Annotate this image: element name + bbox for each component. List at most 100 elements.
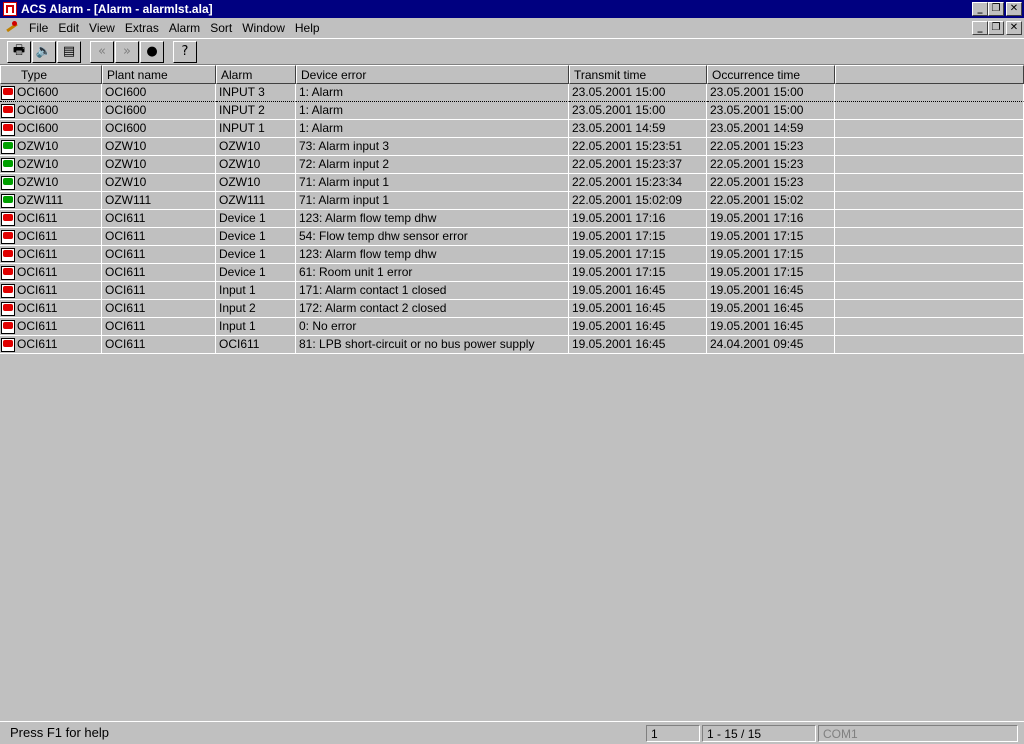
cell-alarm: Device 1 <box>216 264 296 282</box>
alarm-ok-icon <box>1 157 15 172</box>
table-row[interactable]: OZW10 OZW10 OZW10 73: Alarm input 3 22.05.20… <box>0 138 1024 156</box>
table-body: OCI600 OCI600 INPUT 3 1: Alarm 23.05.2001 15… <box>0 84 1024 354</box>
cell-type-text: OCI611 <box>17 319 58 333</box>
menu-sort[interactable]: Sort <box>205 21 237 35</box>
cell-occurrence: 19.05.2001 17:16 <box>707 210 835 228</box>
cell-type: OZW111 <box>0 192 102 210</box>
alarm-ok-icon <box>1 175 15 190</box>
table-row[interactable]: OZW10 OZW10 OZW10 72: Alarm input 2 22.05.20… <box>0 156 1024 174</box>
cell-type: OCI611 <box>0 246 102 264</box>
menu-edit[interactable]: Edit <box>53 21 84 35</box>
cell-filler <box>835 282 1024 300</box>
menu-help[interactable]: Help <box>290 21 325 35</box>
cell-error: 61: Room unit 1 error <box>296 264 569 282</box>
next-button[interactable]: » <box>115 40 139 63</box>
cell-transmit: 22.05.2001 15:02:09 <box>569 192 707 210</box>
acknowledge-button[interactable]: ● <box>140 40 164 63</box>
column-header-device-error[interactable]: Device error <box>296 65 569 84</box>
mute-button[interactable]: 🔈 <box>32 40 56 63</box>
cell-error: 1: Alarm <box>296 120 569 138</box>
cell-alarm: INPUT 2 <box>216 102 296 120</box>
cell-occurrence: 19.05.2001 16:45 <box>707 300 835 318</box>
cell-occurrence: 22.05.2001 15:02 <box>707 192 835 210</box>
cell-occurrence: 23.05.2001 14:59 <box>707 120 835 138</box>
cell-occurrence: 23.05.2001 15:00 <box>707 102 835 120</box>
alarm-active-icon <box>1 337 15 352</box>
cell-error: 123: Alarm flow temp dhw <box>296 210 569 228</box>
menu-bar: File Edit View Extras Alarm Sort Window … <box>0 18 1024 37</box>
table-row[interactable]: OZW10 OZW10 OZW10 71: Alarm input 1 22.05.20… <box>0 174 1024 192</box>
table-row[interactable]: OCI611 OCI611 Device 1 54: Flow temp dhw se… <box>0 228 1024 246</box>
cell-alarm: Input 1 <box>216 282 296 300</box>
menu-extras[interactable]: Extras <box>120 21 164 35</box>
doc-minimize-button[interactable]: _ <box>972 20 988 35</box>
previous-button[interactable]: « <box>90 40 114 63</box>
alarm-active-icon <box>1 121 15 136</box>
title-bar[interactable]: ACS Alarm - [Alarm - alarmlst.ala] _ ❐ ✕ <box>0 0 1024 18</box>
cell-transmit: 23.05.2001 14:59 <box>569 120 707 138</box>
cell-occurrence: 22.05.2001 15:23 <box>707 174 835 192</box>
table-row[interactable]: OCI611 OCI611 Input 2 172: Alarm contact 2 … <box>0 300 1024 318</box>
table-row[interactable]: OCI611 OCI611 Device 1 61: Room unit 1 erro… <box>0 264 1024 282</box>
cell-plant: OCI600 <box>102 84 216 102</box>
cell-type: OZW10 <box>0 156 102 174</box>
cell-alarm: Device 1 <box>216 228 296 246</box>
column-header-type[interactable]: Type <box>0 65 102 84</box>
record-dot-icon: ● <box>146 44 158 59</box>
cell-type-text: OCI611 <box>17 283 58 297</box>
cell-type: OCI611 <box>0 264 102 282</box>
table-row[interactable]: OZW111 OZW111 OZW111 71: Alarm input 1 22.05… <box>0 192 1024 210</box>
table-row[interactable]: OCI611 OCI611 Device 1 123: Alarm flow temp… <box>0 246 1024 264</box>
cell-occurrence: 24.04.2001 09:45 <box>707 336 835 354</box>
close-button[interactable]: ✕ <box>1006 2 1022 16</box>
table-row[interactable]: OCI611 OCI611 OCI611 81: LPB short-circuit … <box>0 336 1024 354</box>
cell-error: 171: Alarm contact 1 closed <box>296 282 569 300</box>
column-header-alarm[interactable]: Alarm <box>216 65 296 84</box>
cell-error: 71: Alarm input 1 <box>296 174 569 192</box>
table-row[interactable]: OCI600 OCI600 INPUT 1 1: Alarm 23.05.2001 14… <box>0 120 1024 138</box>
status-bar: Press F1 for help 1 1 - 15 / 15 COM1 <box>0 721 1024 744</box>
menu-file[interactable]: File <box>24 21 53 35</box>
cell-plant: OCI611 <box>102 246 216 264</box>
print-button[interactable]: 🖶 <box>7 40 31 63</box>
cell-occurrence: 19.05.2001 17:15 <box>707 264 835 282</box>
cell-alarm: INPUT 1 <box>216 120 296 138</box>
cell-transmit: 19.05.2001 16:45 <box>569 300 707 318</box>
alarm-active-icon <box>1 229 15 244</box>
doc-restore-button[interactable]: ❐ <box>988 20 1004 35</box>
menu-window[interactable]: Window <box>237 21 290 35</box>
restore-button[interactable]: ❐ <box>988 2 1004 16</box>
table-row[interactable]: OCI611 OCI611 Input 1 0: No error 19.05.2001… <box>0 318 1024 336</box>
cell-plant: OCI600 <box>102 102 216 120</box>
properties-button[interactable]: ▤ <box>57 40 81 63</box>
column-header-occurrence-time[interactable]: Occurrence time <box>707 65 835 84</box>
column-header-transmit-time[interactable]: Transmit time <box>569 65 707 84</box>
menu-view[interactable]: View <box>84 21 120 35</box>
cell-plant: OCI611 <box>102 336 216 354</box>
cell-plant: OCI611 <box>102 228 216 246</box>
menu-alarm[interactable]: Alarm <box>164 21 205 35</box>
cell-type-text: OCI600 <box>17 121 59 135</box>
cell-type: OCI611 <box>0 318 102 336</box>
table-row[interactable]: OCI611 OCI611 Device 1 123: Alarm flow temp… <box>0 210 1024 228</box>
table-row[interactable]: OCI600 OCI600 INPUT 2 1: Alarm 23.05.2001 15… <box>0 102 1024 120</box>
cell-alarm: Input 2 <box>216 300 296 318</box>
cell-occurrence: 22.05.2001 15:23 <box>707 156 835 174</box>
cell-filler <box>835 120 1024 138</box>
doc-close-button[interactable]: ✕ <box>1006 20 1022 35</box>
alarm-list[interactable]: Type Plant name Alarm Device error Trans… <box>0 64 1024 721</box>
cell-type: OCI611 <box>0 300 102 318</box>
cell-alarm: Device 1 <box>216 210 296 228</box>
cell-filler <box>835 318 1024 336</box>
cell-occurrence: 19.05.2001 16:45 <box>707 318 835 336</box>
help-button[interactable]: ? <box>173 40 197 63</box>
table-row[interactable]: OCI600 OCI600 INPUT 3 1: Alarm 23.05.2001 15… <box>0 84 1024 102</box>
app-icon[interactable] <box>3 2 17 16</box>
document-control-icon[interactable] <box>4 20 20 35</box>
cell-type: OZW10 <box>0 138 102 156</box>
cell-filler <box>835 246 1024 264</box>
column-header-filler <box>835 65 1024 84</box>
table-row[interactable]: OCI611 OCI611 Input 1 171: Alarm contact 1 … <box>0 282 1024 300</box>
minimize-button[interactable]: _ <box>972 2 988 16</box>
column-header-plant-name[interactable]: Plant name <box>102 65 216 84</box>
